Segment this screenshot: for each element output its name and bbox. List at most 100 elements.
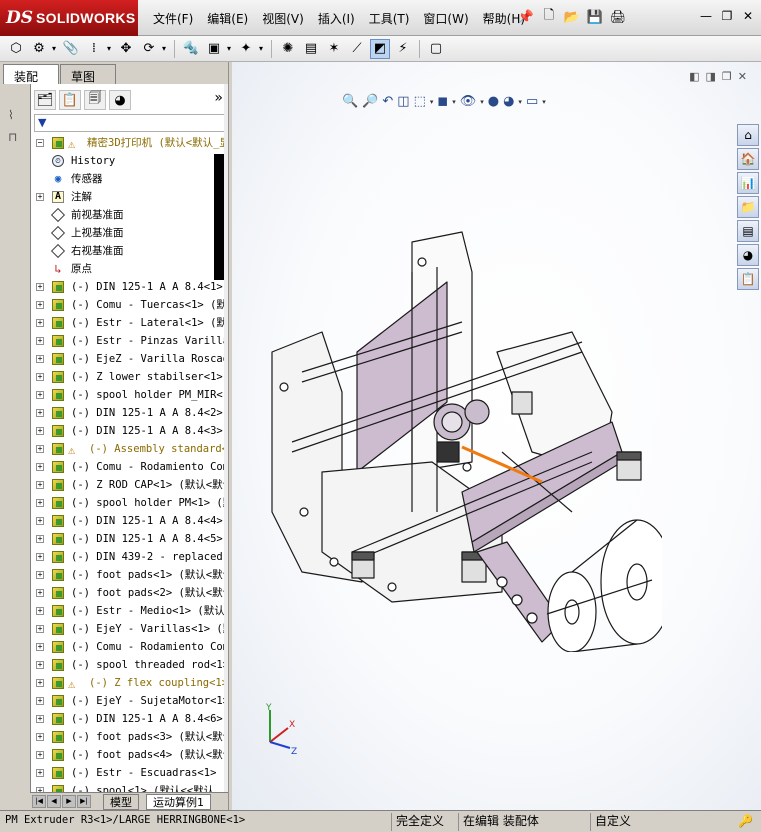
first-tab-icon[interactable]: |◀ [32,795,46,808]
configuration-manager-icon[interactable]: 🗐 [84,90,106,110]
restore-view-icon[interactable]: ❐ [722,70,732,83]
tree-item[interactable]: + (-) Estr - Escuadras<1> ( [31,764,228,782]
solidworks-logo[interactable]: DS SOLIDWORKS [0,0,138,36]
expand-toggle-icon[interactable]: + [36,535,44,543]
tree-item[interactable]: + (-) EjeY - Varillas<1> (默 [31,620,228,638]
dropdown-arrow-icon[interactable]: ▾ [52,44,58,53]
mate-icon[interactable]: 📎 [61,39,81,59]
view-orientation-icon[interactable]: ⬚ [414,94,426,109]
expand-toggle-icon[interactable]: + [36,499,44,507]
tree-item[interactable]: + (-) DIN 125-1 A A 8.4<3> ( [31,422,228,440]
expand-toggle-icon[interactable]: + [36,553,44,561]
solidworks-resources-icon[interactable]: ⌂ [737,124,759,146]
tile-left-icon[interactable]: ◧ [689,70,699,83]
dropdown-arrow-icon[interactable]: ▾ [542,98,546,106]
apply-scene-icon[interactable]: ◕ [503,94,514,109]
tree-item[interactable]: + (-) foot pads<1> (默认<默认 [31,566,228,584]
tree-item[interactable]: 上视基准面 [31,224,228,242]
expand-toggle-icon[interactable]: + [36,283,44,291]
tree-item[interactable]: + (-) Comu - Tuercas<1> (默认 [31,296,228,314]
tree-item[interactable]: + (-) DIN 125-1 A A 8.4<2> ( [31,404,228,422]
dropdown-arrow-icon[interactable]: ▾ [452,98,456,106]
tree-item[interactable]: + (-) Estr - Lateral<1> (默认 [31,314,228,332]
print-icon[interactable]: 🖨 [608,7,628,27]
collapse-toggle-icon[interactable]: − [36,139,44,147]
file-explorer-icon[interactable]: 📁 [737,196,759,218]
tree-root[interactable]: − ⚠ 精密3D打印机 (默认<默认_显 [31,134,228,152]
appearances-icon[interactable]: ◕ [737,244,759,266]
expand-toggle-icon[interactable]: + [36,193,44,201]
expand-toggle-icon[interactable]: + [36,445,44,453]
dimension-tool-icon[interactable]: ⊓ [8,130,17,144]
expand-toggle-icon[interactable]: + [36,427,44,435]
status-custom[interactable]: 自定义 [590,813,710,831]
tree-item[interactable]: + (-) DIN 125-1 A A 8.4<6> ( [31,710,228,728]
tab-sketch[interactable]: 草图 [60,64,116,84]
zoom-to-fit-icon[interactable]: 🔍 [342,94,358,109]
expand-toggle-icon[interactable]: + [36,733,44,741]
display-style-icon[interactable]: ◼ [437,94,448,109]
sketch-tool-icon[interactable]: ⌇ [8,108,14,122]
property-manager-icon[interactable]: 📋 [59,90,81,110]
last-tab-icon[interactable]: ▶| [77,795,91,808]
expand-toggle-icon[interactable]: + [36,355,44,363]
motion-study-icon[interactable]: ✺ [278,39,298,59]
menu-insert[interactable]: 插入(I) [311,10,362,27]
tree-item[interactable]: + (-) EjeY - SujetaMotor<1> [31,692,228,710]
tree-item[interactable]: ⏲ History [31,152,228,170]
expand-toggle-icon[interactable]: + [36,643,44,651]
tree-item[interactable]: + ⚠ (-) Z flex coupling<1> [31,674,228,692]
assembly-features-icon[interactable]: ▣ [204,39,224,59]
menu-file[interactable]: 文件(F) [146,10,200,27]
save-icon[interactable]: 💾 [585,7,605,27]
tree-item[interactable]: ◉ 传感器 [31,170,228,188]
tree-item[interactable]: + ⚠ (-) Assembly standard<1> [31,440,228,458]
tree-item[interactable]: 右视基准面 [31,242,228,260]
section-view-icon[interactable]: ◫ [397,94,409,109]
tree-item[interactable]: + (-) Comu - Rodamiento Comp [31,638,228,656]
clearance-verification-icon[interactable]: ⚡ [393,39,413,59]
tree-item[interactable]: + (-) Estr - Pinzas Varillas [31,332,228,350]
tree-item[interactable]: + (-) foot pads<4> (默认<默认 [31,746,228,764]
move-component-icon[interactable]: ✥ [116,39,136,59]
tab-motion-study[interactable]: 运动算例1 [146,794,211,810]
tab-assembly[interactable]: 装配体 [3,64,59,101]
tree-item[interactable]: + (-) Estr - Medio<1> (默认< [31,602,228,620]
expand-toggle-icon[interactable]: + [36,517,44,525]
expand-toggle-icon[interactable]: + [36,751,44,759]
expand-toggle-icon[interactable]: + [36,463,44,471]
printer-3d-model[interactable] [262,212,662,652]
pin-icon[interactable]: 📌 [516,7,536,27]
smart-fasteners-icon[interactable]: 🔩 [181,39,201,59]
close-icon[interactable]: ✕ [739,7,757,25]
tree-item[interactable]: + (-) foot pads<2> (默认<默认 [31,584,228,602]
pattern-icon[interactable]: ⁞ [84,39,104,59]
expand-toggle-icon[interactable]: + [36,301,44,309]
filter-icon[interactable]: ▼ [38,116,46,129]
tree-item[interactable]: ↳ 原点 [31,260,228,278]
expand-toggle-icon[interactable]: + [36,769,44,777]
expand-toggle-icon[interactable]: + [36,607,44,615]
new-document-icon[interactable]: 🗋 [539,7,559,27]
tree-filter[interactable]: ▼ [34,114,228,132]
edit-appearance-icon[interactable]: ● [488,94,499,109]
expand-toggle-icon[interactable]: + [36,391,44,399]
expand-toggle-icon[interactable]: + [36,481,44,489]
expand-toggle-icon[interactable]: + [36,679,44,687]
expand-toggle-icon[interactable]: + [36,661,44,669]
dropdown-arrow-icon[interactable]: ▾ [430,98,434,106]
dropdown-arrow-icon[interactable]: ▾ [480,98,484,106]
exploded-view-icon[interactable]: ✶ [324,39,344,59]
tree-item[interactable]: + (-) DIN 125-1 A A 8.4<5> ( [31,530,228,548]
tree-item[interactable]: + (-) spool<1> (默认<<默认 [31,782,228,792]
minimize-icon[interactable]: — [697,7,715,25]
expand-toggle-icon[interactable]: + [36,625,44,633]
explode-line-sketch-icon[interactable]: ⟋ [347,39,367,59]
tree-item[interactable]: + (-) spool holder PM<1> (默 [31,494,228,512]
close-view-icon[interactable]: ✕ [738,70,747,83]
menu-window[interactable]: 窗口(W) [416,10,475,27]
tile-right-icon[interactable]: ◨ [706,70,716,83]
tree-item[interactable]: 前视基准面 [31,206,228,224]
restore-icon[interactable]: ❐ [718,7,736,25]
custom-properties-icon[interactable]: 📋 [737,268,759,290]
